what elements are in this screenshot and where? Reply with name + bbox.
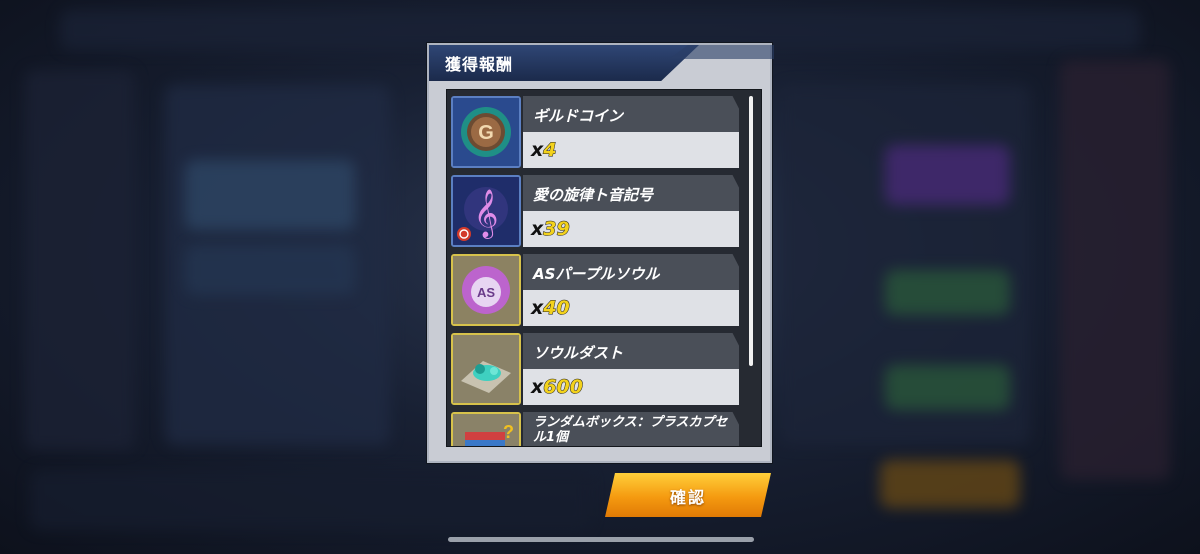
svg-text:?: ? bbox=[503, 422, 514, 442]
svg-text:AS: AS bbox=[477, 285, 495, 300]
item-quantity: x600 bbox=[531, 376, 583, 399]
treble-clef-icon: 𝄞 bbox=[451, 175, 521, 247]
home-indicator[interactable] bbox=[448, 537, 754, 542]
item-quantity: x40 bbox=[531, 297, 570, 320]
purple-soul-icon: AS bbox=[451, 254, 521, 326]
reward-list[interactable]: G ギルドコイン x4 𝄞 愛の旋律ト音記号 x39 AS ASパープルソウル … bbox=[446, 89, 762, 447]
reward-item: AS ASパープルソウル x40 bbox=[451, 254, 739, 326]
reward-item: ? ランダムボックス：プラスカプセル1個 bbox=[451, 412, 739, 446]
dialog-title: 獲得報酬 bbox=[445, 55, 514, 74]
svg-text:G: G bbox=[478, 122, 494, 144]
item-name: ランダムボックス：プラスカプセル1個 bbox=[533, 415, 728, 445]
item-name: ソウルダスト bbox=[533, 344, 624, 362]
item-quantity: x39 bbox=[531, 218, 570, 241]
dialog-header: 獲得報酬 bbox=[429, 45, 774, 81]
reward-item: 𝄞 愛の旋律ト音記号 x39 bbox=[451, 175, 739, 247]
item-name: 愛の旋律ト音記号 bbox=[533, 186, 654, 204]
reward-item: ソウルダスト x600 bbox=[451, 333, 739, 405]
guild-coin-icon: G bbox=[451, 96, 521, 168]
svg-text:𝄞: 𝄞 bbox=[474, 188, 499, 239]
scrollbar[interactable] bbox=[749, 96, 753, 366]
item-name: ギルドコイン bbox=[533, 107, 624, 125]
random-box-icon: ? bbox=[451, 412, 521, 446]
confirm-button[interactable]: 確認 bbox=[605, 473, 771, 517]
confirm-button-label: 確認 bbox=[669, 488, 706, 507]
reward-item: G ギルドコイン x4 bbox=[451, 96, 739, 168]
item-quantity: x4 bbox=[531, 139, 557, 162]
reward-dialog: 獲得報酬 G ギルドコイン x4 𝄞 愛の旋律ト音記号 x39 AS ASパープ… bbox=[427, 43, 774, 463]
soul-dust-icon bbox=[451, 333, 521, 405]
item-name: ASパープルソウル bbox=[533, 265, 660, 283]
